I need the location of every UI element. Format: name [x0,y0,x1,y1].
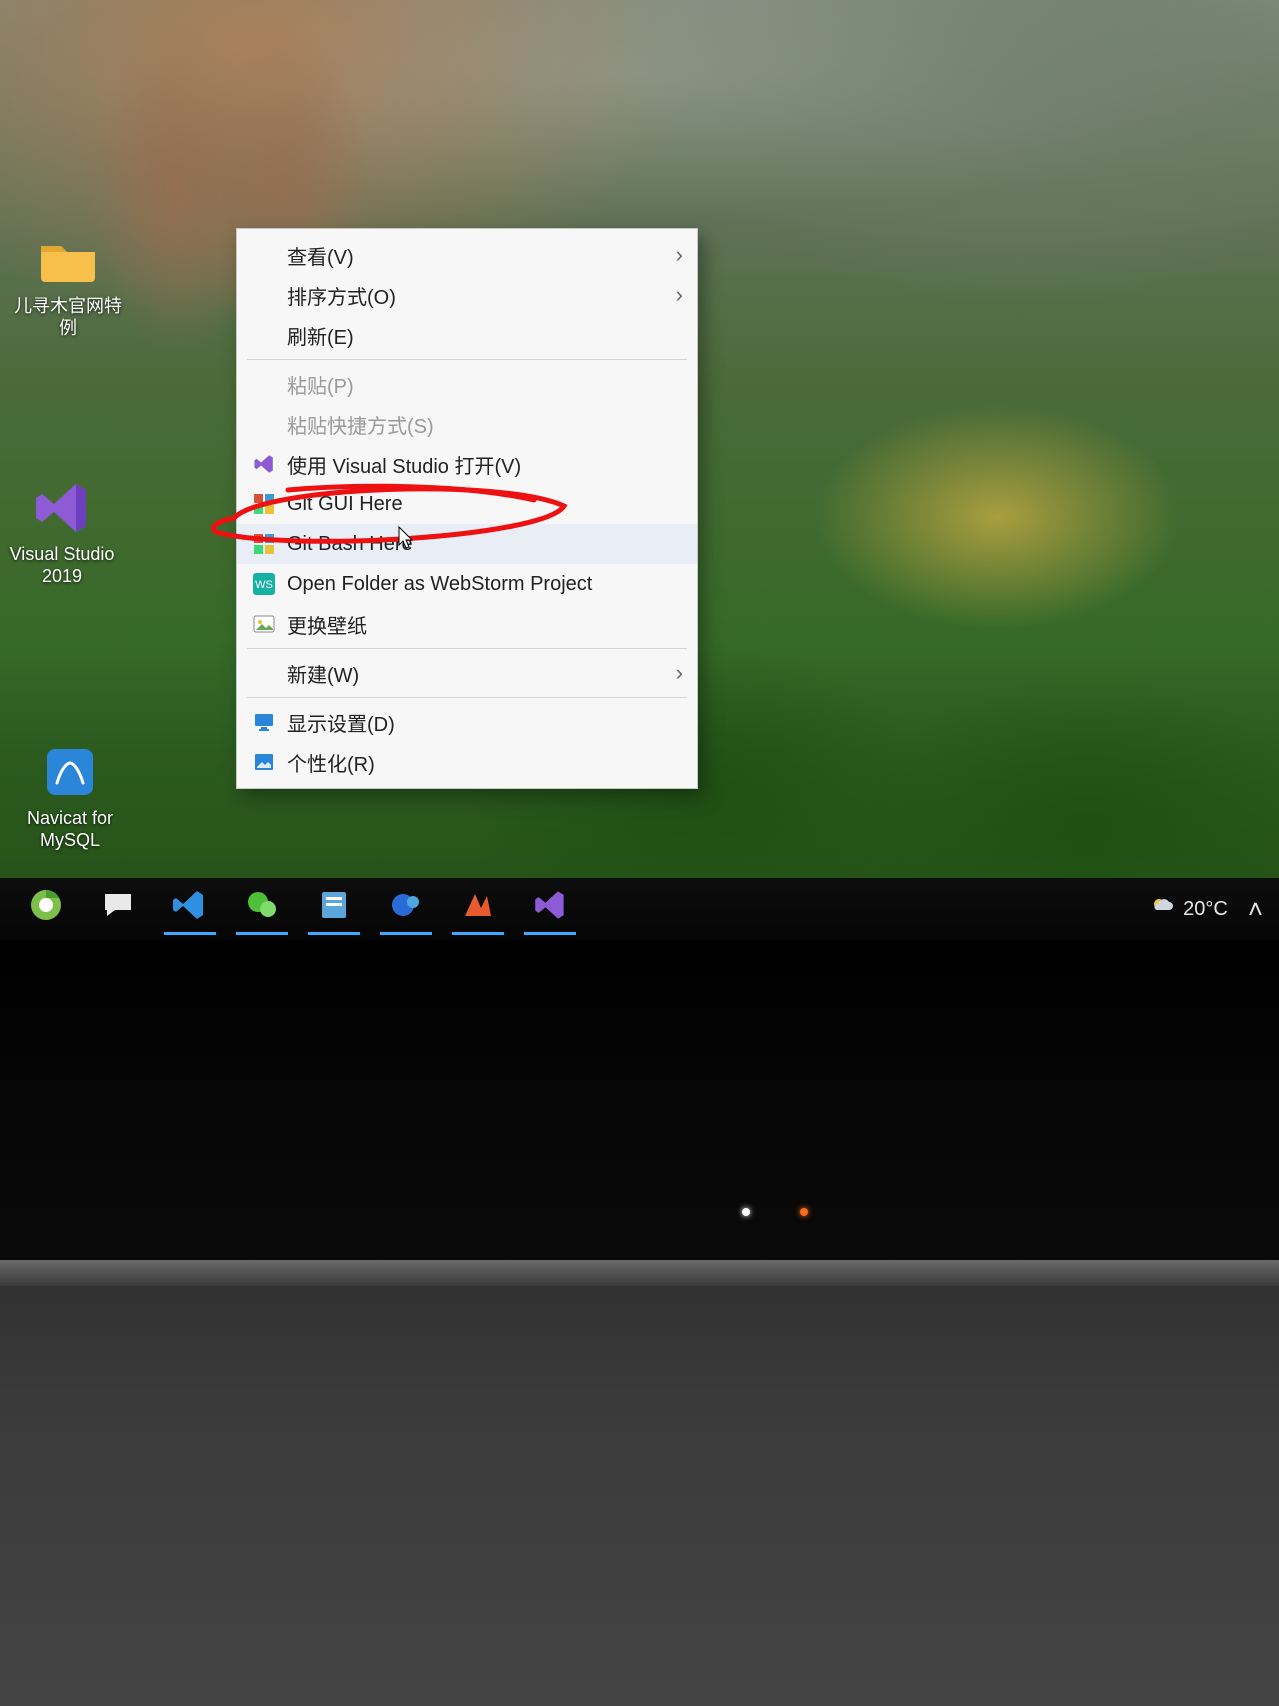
picture-icon [249,750,279,774]
blank-icon [249,412,279,436]
weather-icon [1151,894,1175,924]
context-menu-item-paste: 粘贴(P) [237,364,697,404]
context-menu-item-wallpaper[interactable]: 更换壁纸 [237,604,697,644]
desktop-context-menu: 查看(V)›排序方式(O)›刷新(E)粘贴(P)粘贴快捷方式(S)使用 Visu… [236,228,698,789]
wechat-icon [245,888,279,927]
notes-icon [317,888,351,927]
context-menu-item-label: 使用 Visual Studio 打开(V) [287,450,683,479]
taskbar: 20°C ˄ [0,878,1279,940]
git-icon [249,492,279,516]
context-menu-item-display[interactable]: 显示设置(D) [237,702,697,742]
taskbar-icon-teams[interactable] [380,883,432,935]
context-menu-item-label: Git Bash Here [287,533,683,556]
context-menu-item-git_gui[interactable]: Git GUI Here [237,484,697,524]
taskbar-weather-temp: 20°C [1183,898,1228,921]
taskbar-icon-browser[interactable] [20,883,72,935]
webstorm-icon: WS [249,572,279,596]
folder-icon [38,230,98,290]
context-menu-item-label: 查看(V) [287,241,665,270]
context-menu-item-label: Open Folder as WebStorm Project [287,573,683,596]
chevron-right-icon: › [665,660,683,686]
desktop-icon-navicat[interactable]: Navicat for MySQL [0,742,140,851]
blank-icon [249,323,279,347]
monitor-bezel [0,940,1279,1260]
desktop-icon-folder[interactable]: 儿寻木官网特例 [8,230,128,339]
navicat-icon [40,742,100,802]
teams-icon [389,888,423,927]
taskbar-icon-chat[interactable] [92,883,144,935]
blank-icon [249,372,279,396]
context-menu-item-view[interactable]: 查看(V)› [237,235,697,275]
context-menu-item-label: 刷新(E) [287,321,683,350]
tray-chevron-up-icon[interactable]: ˄ [1248,894,1263,925]
taskbar-icon-vscode[interactable] [164,883,216,935]
git-icon [249,532,279,556]
taskbar-icon-notes[interactable] [308,883,360,935]
desktop-icon-visual-studio-2019[interactable]: Visual Studio 2019 [0,478,130,587]
desktop-wallpaper[interactable]: 儿寻木官网特例 Visual Studio 2019 Navicat for M… [0,0,1279,940]
context-menu-item-open_vs[interactable]: 使用 Visual Studio 打开(V) [237,444,697,484]
taskbar-icon-wechat[interactable] [236,883,288,935]
blank-icon [249,243,279,267]
monitor-icon [249,710,279,734]
blank-icon [249,661,279,685]
vs-icon [249,452,279,476]
taskbar-icon-vs[interactable] [524,883,576,935]
context-menu-item-paste_short: 粘贴快捷方式(S) [237,404,697,444]
context-menu-separator [247,697,687,698]
context-menu-item-label: 粘贴快捷方式(S) [287,410,683,439]
context-menu-item-label: 粘贴(P) [287,370,683,399]
wallpaper-icon [249,612,279,636]
desktop-icon-label: Visual Studio 2019 [0,544,130,587]
context-menu-item-label: 排序方式(O) [287,281,665,310]
context-menu-item-label: 更换壁纸 [287,610,683,639]
chat-icon [101,888,135,927]
power-led-icon [742,1208,750,1216]
desktop-icon-label: Navicat for MySQL [0,808,140,851]
vs-icon [533,888,567,927]
chevron-right-icon: › [665,282,683,308]
svg-text:WS: WS [255,579,273,591]
blank-icon [249,283,279,307]
context-menu-item-label: 新建(W) [287,659,665,688]
context-menu-item-webstorm[interactable]: WS Open Folder as WebStorm Project [237,564,697,604]
context-menu-item-git_bash[interactable]: Git Bash Here [237,524,697,564]
wps-icon [461,888,495,927]
context-menu-separator [247,648,687,649]
context-menu-separator [247,359,687,360]
desktop-icon-label: 儿寻木官网特例 [8,296,128,339]
context-menu-item-sort[interactable]: 排序方式(O)› [237,275,697,315]
context-menu-item-personalize[interactable]: 个性化(R) [237,742,697,782]
context-menu-item-label: Git GUI Here [287,493,683,516]
context-menu-item-label: 显示设置(D) [287,708,683,737]
context-menu-item-label: 个性化(R) [287,748,683,777]
context-menu-item-refresh[interactable]: 刷新(E) [237,315,697,355]
taskbar-weather[interactable]: 20°C [1151,894,1228,924]
context-menu-item-new[interactable]: 新建(W)› [237,653,697,693]
desk-surface [0,1260,1279,1706]
status-led-icon [800,1208,808,1216]
browser-icon [29,888,63,927]
vscode-icon [173,888,207,927]
chevron-right-icon: › [665,242,683,268]
taskbar-icon-wps[interactable] [452,883,504,935]
visual-studio-icon [32,478,92,538]
